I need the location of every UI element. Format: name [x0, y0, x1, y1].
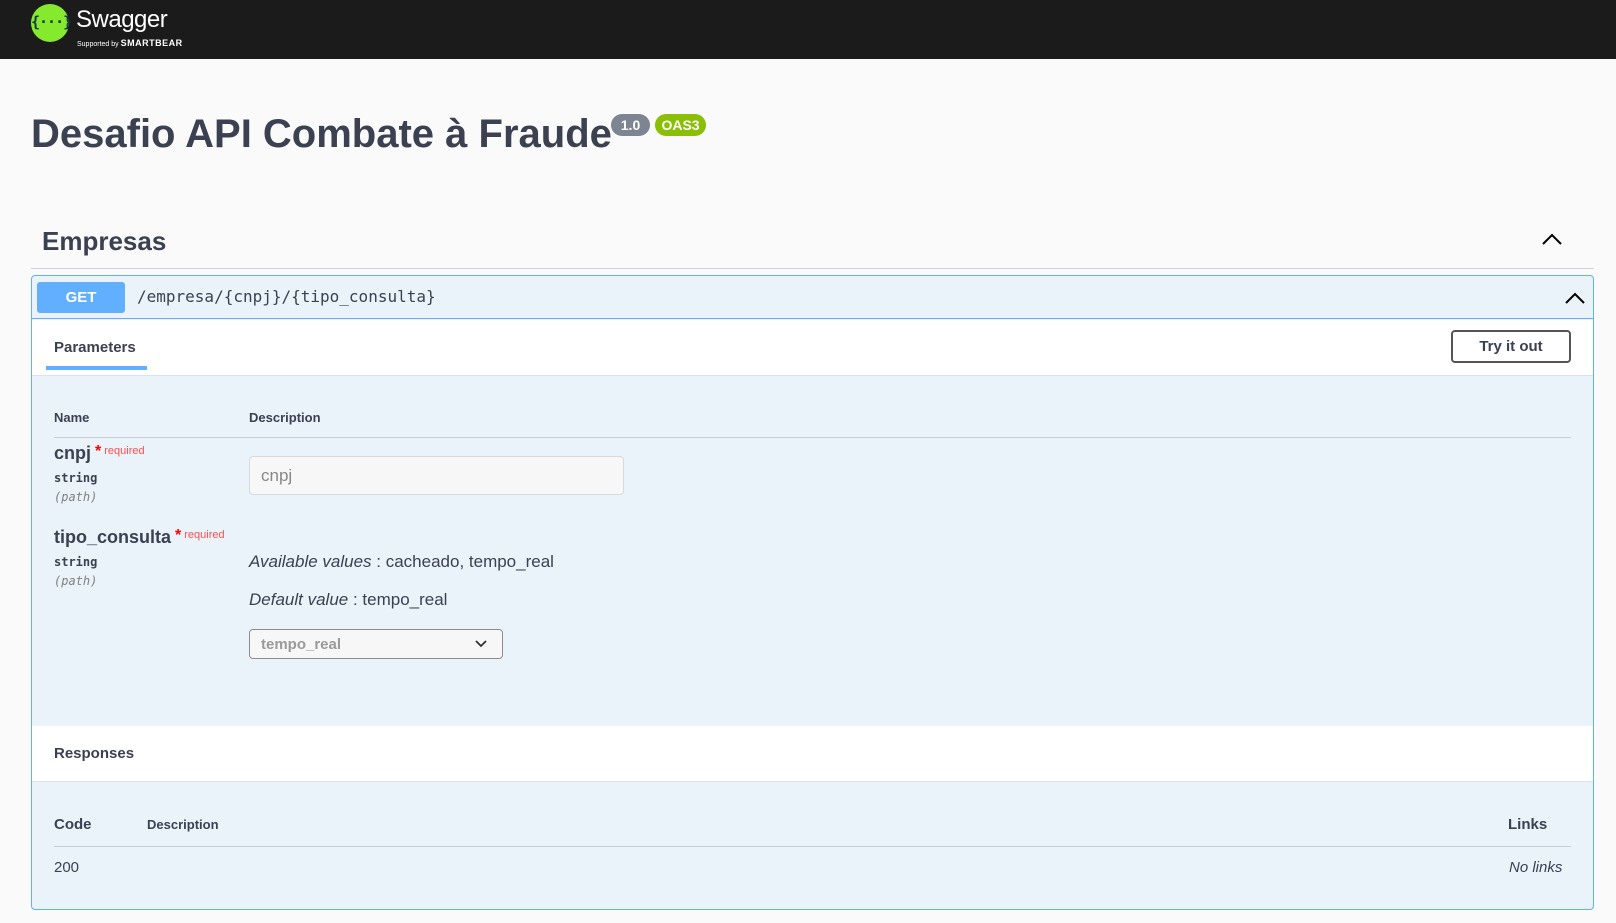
chevron-up-icon[interactable] [1563, 289, 1587, 307]
method-badge[interactable]: GET [37, 282, 125, 313]
version-badge: 1.0 [611, 114, 650, 136]
cnpj-input[interactable] [249, 456, 624, 495]
api-title: Desafio API Combate à Fraude [31, 112, 612, 156]
logo-sub-prefix: Supported by [77, 41, 121, 48]
required-label: required [104, 445, 145, 457]
logo-sub-brand: SMARTBEAR [120, 38, 183, 48]
response-code: 200 [54, 859, 80, 876]
tab-active-indicator [46, 366, 147, 370]
response-links: No links [1509, 859, 1563, 876]
response-table-divider [54, 846, 1571, 847]
operation-summary[interactable]: GET /empresa/{cnpj}/{tipo_consulta} [32, 276, 1593, 319]
tag-title[interactable]: Empresas [42, 226, 166, 257]
available-values: Available values : cacheado, tempo_real [249, 552, 554, 572]
operation-block: GET /empresa/{cnpj}/{tipo_consulta} Para… [31, 275, 1594, 910]
parameters-header: Parameters Try it out [32, 320, 1593, 376]
tab-parameters[interactable]: Parameters [54, 339, 136, 356]
responses-header: Responses [32, 726, 1593, 782]
required-label: required [184, 529, 225, 541]
tag-divider [31, 268, 1594, 269]
param-type: string [54, 555, 98, 569]
try-it-out-button[interactable]: Try it out [1451, 330, 1571, 363]
logo-subtitle: Supported by SMARTBEAR [77, 38, 183, 48]
table-divider [54, 437, 1571, 438]
select-value: tempo_real [261, 636, 342, 653]
response-header-code: Code [54, 816, 92, 833]
topbar: {···} Swagger Supported by SMARTBEAR [0, 0, 1616, 59]
param-location: (path) [54, 490, 98, 504]
tipo-consulta-select[interactable]: tempo_real [249, 629, 503, 659]
swagger-logo-icon[interactable]: {···} [31, 4, 72, 42]
param-name-tipo-consulta: tipo_consulta * required [54, 527, 225, 548]
default-value: Default value : tempo_real [249, 590, 447, 610]
default-value-text: : tempo_real [348, 590, 448, 609]
column-header-description: Description [249, 410, 321, 425]
available-values-list: : cacheado, tempo_real [371, 552, 554, 571]
available-values-label: Available values [249, 552, 372, 571]
operation-path[interactable]: /empresa/{cnpj}/{tipo_consulta} [137, 287, 436, 306]
required-star: * [175, 527, 182, 544]
param-location: (path) [54, 574, 98, 588]
param-name-text: tipo_consulta [54, 527, 172, 547]
oas-badge: OAS3 [655, 114, 706, 136]
param-name-text: cnpj [54, 443, 92, 463]
logo-glyph: {···} [31, 13, 72, 31]
chevron-up-icon[interactable] [1540, 230, 1564, 248]
chevron-down-icon [475, 640, 487, 648]
responses-title: Responses [54, 745, 135, 762]
param-type: string [54, 471, 98, 485]
logo-title[interactable]: Swagger [76, 6, 168, 34]
response-header-links: Links [1508, 816, 1548, 833]
default-value-label: Default value [249, 590, 349, 609]
response-header-description: Description [147, 817, 219, 832]
required-star: * [95, 443, 102, 460]
param-name-cnpj: cnpj * required [54, 443, 145, 464]
column-header-name: Name [54, 410, 90, 425]
